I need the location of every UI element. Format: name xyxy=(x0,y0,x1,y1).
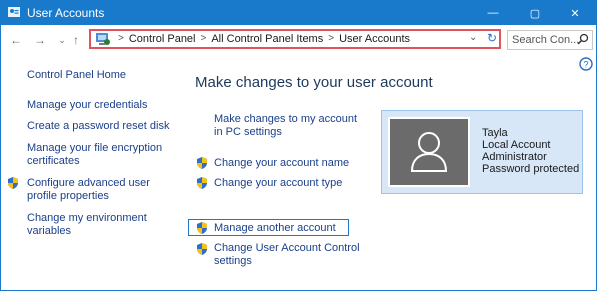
window-title: User Accounts xyxy=(27,6,105,20)
minimize-icon: — xyxy=(487,7,499,19)
sidebar-item-manage-credentials[interactable]: Manage your credentials xyxy=(27,99,147,112)
shield-icon xyxy=(196,176,208,190)
uac-link-label: settings xyxy=(214,255,252,267)
shield-icon xyxy=(196,221,208,235)
manage-another-account-link[interactable]: Manage another account xyxy=(214,222,336,235)
search-box[interactable]: Search Con... xyxy=(507,30,593,50)
recent-locations-chevron-icon[interactable]: ⌄ xyxy=(55,32,69,48)
user-silhouette-icon xyxy=(410,132,448,172)
account-name: Tayla xyxy=(482,127,508,139)
control-panel-icon xyxy=(95,32,111,46)
breadcrumb-separator-icon[interactable]: > xyxy=(115,33,127,45)
sidebar-item-control-panel-home[interactable]: Control Panel Home xyxy=(27,69,126,82)
up-arrow-icon[interactable]: ↑ xyxy=(69,32,83,48)
refresh-icon[interactable]: ↻ xyxy=(485,31,499,47)
sidebar-item-label: certificates xyxy=(27,155,80,167)
avatar xyxy=(388,117,470,187)
shield-icon xyxy=(7,176,19,190)
sidebar-item-label: Configure advanced user xyxy=(27,177,150,189)
maximize-icon: ▢ xyxy=(529,7,541,20)
pc-settings-label: Make changes to my account xyxy=(214,113,358,125)
shield-icon xyxy=(196,242,208,256)
breadcrumb-user-accounts[interactable]: User Accounts xyxy=(337,33,412,45)
sidebar-item-password-reset-disk[interactable]: Create a password reset disk xyxy=(27,120,169,133)
sidebar-item-label: profile properties xyxy=(27,190,109,202)
pc-settings-link[interactable]: Make changes to my account in PC setting… xyxy=(214,113,357,139)
search-input[interactable]: Search Con... xyxy=(512,34,579,46)
search-icon xyxy=(577,33,589,45)
breadcrumb-separator-icon[interactable]: > xyxy=(198,33,210,45)
account-role: Administrator xyxy=(482,151,547,163)
breadcrumb-control-panel[interactable]: Control Panel xyxy=(127,33,198,45)
sidebar-item-label: variables xyxy=(27,225,72,237)
sidebar-item-label: Change my environment xyxy=(27,212,147,224)
close-icon: ✕ xyxy=(570,7,580,20)
help-icon[interactable]: ? xyxy=(579,57,593,71)
breadcrumb-separator-icon[interactable]: > xyxy=(325,33,337,45)
account-info-panel: Tayla Local Account Administrator Passwo… xyxy=(381,110,583,194)
pc-settings-label: in PC settings xyxy=(214,126,282,138)
shield-icon xyxy=(196,156,208,170)
change-uac-settings-link[interactable]: Change User Account Control settings xyxy=(214,242,360,268)
back-arrow-icon[interactable]: ← xyxy=(9,32,23,48)
maximize-button[interactable]: ▢ xyxy=(517,1,553,25)
account-protection: Password protected xyxy=(482,163,580,175)
minimize-button[interactable]: — xyxy=(475,1,511,25)
user-accounts-icon xyxy=(7,5,21,19)
address-bar[interactable]: > Control Panel > All Control Panel Item… xyxy=(89,29,501,49)
close-button[interactable]: ✕ xyxy=(557,1,593,25)
account-type: Local Account xyxy=(482,139,551,151)
address-dropdown-chevron-icon[interactable]: ⌄ xyxy=(469,32,481,43)
navigation-bar: ← → ⌄ ↑ > Control Panel > All Control Pa… xyxy=(1,28,596,52)
sidebar-item-label: Manage your file encryption xyxy=(27,142,163,154)
title-bar[interactable]: User Accounts — ▢ ✕ xyxy=(1,1,596,25)
sidebar-item-file-encryption[interactable]: Manage your file encryption certificates xyxy=(27,142,162,168)
forward-arrow-icon[interactable]: → xyxy=(33,32,47,48)
sidebar-item-environment-variables[interactable]: Change my environment variables xyxy=(27,212,147,238)
uac-link-label: Change User Account Control xyxy=(214,242,360,254)
svg-text:?: ? xyxy=(583,60,588,70)
user-accounts-window: User Accounts — ▢ ✕ ← → ⌄ ↑ > Control Pa… xyxy=(0,0,597,291)
change-account-name-link[interactable]: Change your account name xyxy=(214,157,349,170)
sidebar-item-advanced-profile[interactable]: Configure advanced user profile properti… xyxy=(27,177,150,203)
breadcrumb: > Control Panel > All Control Panel Item… xyxy=(115,33,412,45)
breadcrumb-all-items[interactable]: All Control Panel Items xyxy=(209,33,325,45)
change-account-type-link[interactable]: Change your account type xyxy=(214,177,342,190)
page-title: Make changes to your user account xyxy=(195,74,433,91)
